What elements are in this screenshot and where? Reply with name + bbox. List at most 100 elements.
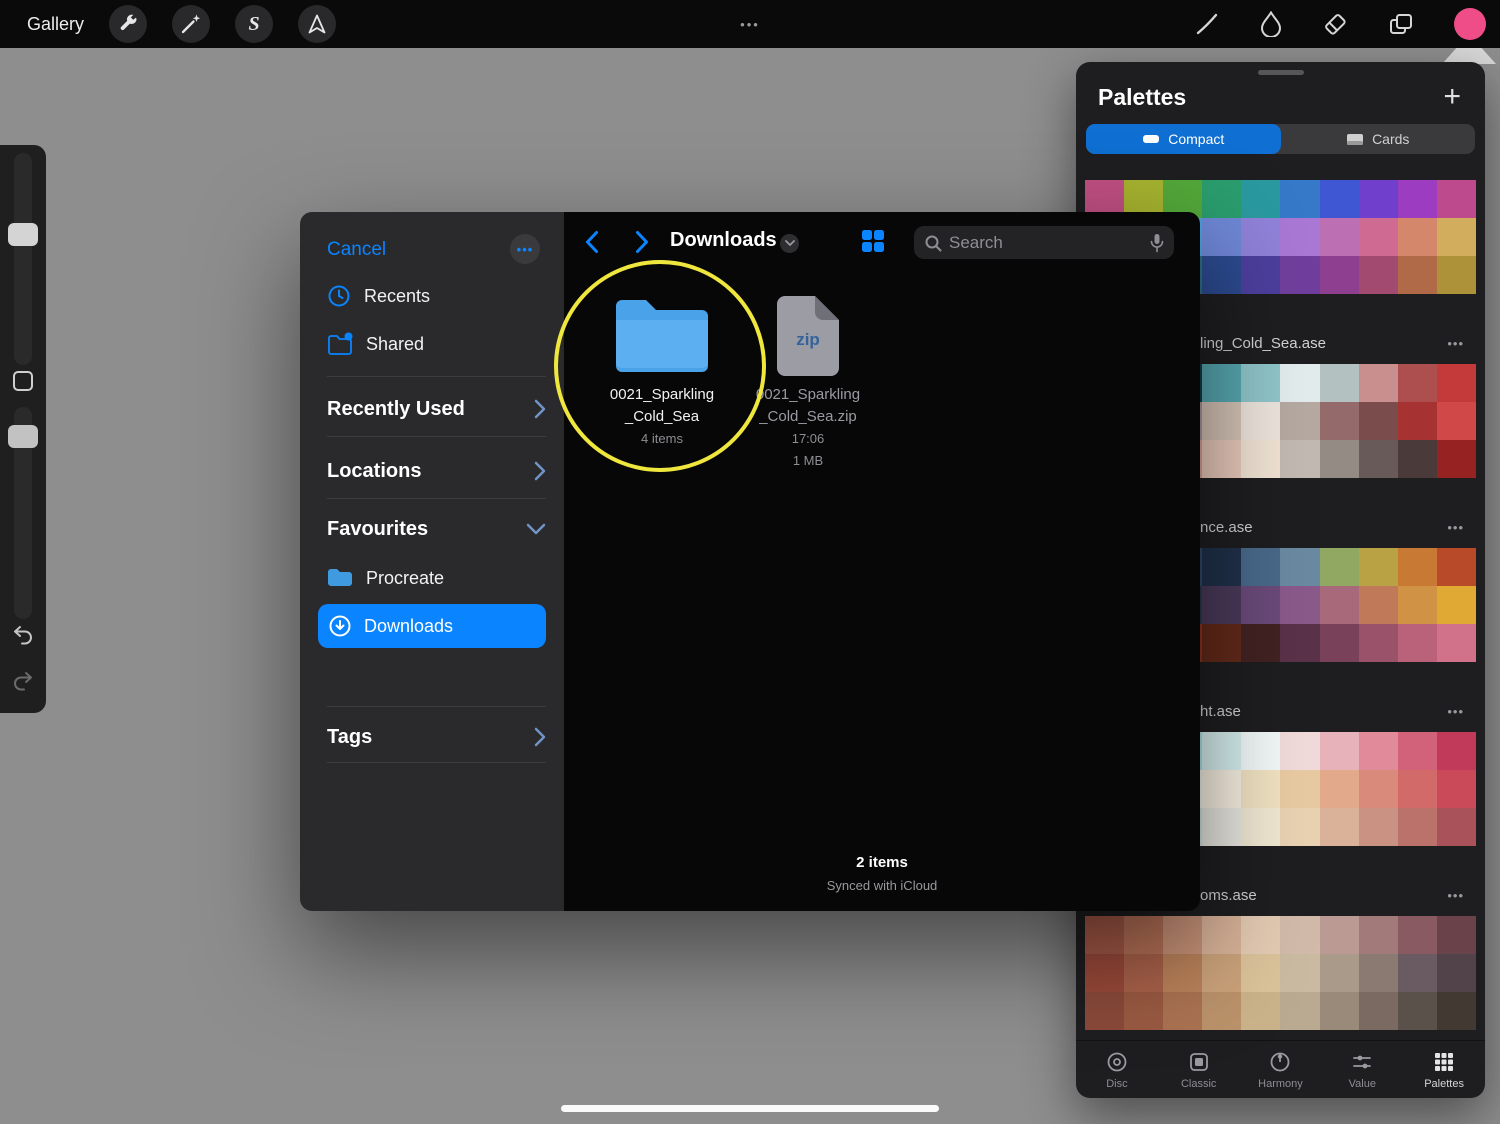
palette-swatch[interactable] bbox=[1436, 624, 1476, 662]
tab-cards[interactable]: Cards bbox=[1281, 124, 1476, 154]
tab-palettes[interactable]: Palettes bbox=[1403, 1041, 1485, 1098]
palette-swatch[interactable] bbox=[1202, 808, 1242, 846]
brush-size-slider[interactable] bbox=[14, 153, 32, 365]
palette-swatch[interactable] bbox=[1358, 402, 1398, 440]
palette-swatch[interactable] bbox=[1241, 808, 1281, 846]
file-item-folder[interactable]: 0021_Sparkling _Cold_Sea 4 items bbox=[587, 296, 737, 449]
opacity-handle[interactable] bbox=[8, 425, 38, 448]
tab-value[interactable]: Value bbox=[1321, 1041, 1403, 1098]
palette-swatch[interactable] bbox=[1319, 916, 1359, 954]
palette-swatch[interactable] bbox=[1241, 218, 1281, 256]
palette-swatch[interactable] bbox=[1241, 548, 1281, 586]
undo-button[interactable] bbox=[11, 623, 35, 652]
palette-swatch[interactable] bbox=[1241, 440, 1281, 478]
palette-swatch[interactable] bbox=[1163, 954, 1203, 992]
palette-swatch[interactable] bbox=[1202, 402, 1242, 440]
sidebar-item-recents[interactable]: Recents bbox=[327, 274, 546, 318]
sidebar-section-favourites[interactable]: Favourites bbox=[327, 504, 546, 554]
sidebar-item-downloads[interactable]: Downloads bbox=[318, 604, 546, 648]
palette-swatch[interactable] bbox=[1319, 586, 1359, 624]
palette-swatch[interactable] bbox=[1397, 364, 1437, 402]
palette-swatch[interactable] bbox=[1163, 992, 1203, 1030]
palette-swatch[interactable] bbox=[1280, 364, 1320, 402]
sidebar-section-tags[interactable]: Tags bbox=[327, 712, 546, 762]
palette-swatch[interactable] bbox=[1397, 256, 1437, 294]
palette-swatch[interactable] bbox=[1397, 548, 1437, 586]
palette-swatch[interactable] bbox=[1397, 586, 1437, 624]
palette-swatch[interactable] bbox=[1280, 954, 1320, 992]
palette-swatch[interactable] bbox=[1397, 916, 1437, 954]
palette-swatch[interactable] bbox=[1280, 180, 1320, 218]
color-button[interactable] bbox=[1454, 8, 1486, 40]
palette-swatch[interactable] bbox=[1202, 916, 1242, 954]
palette-swatch[interactable] bbox=[1124, 916, 1164, 954]
palette-options-button[interactable]: ••• bbox=[1447, 704, 1464, 719]
panel-drag-handle[interactable] bbox=[1257, 70, 1304, 75]
tab-compact[interactable]: Compact bbox=[1086, 124, 1281, 154]
brush-size-handle[interactable] bbox=[8, 223, 38, 246]
palette-swatch[interactable] bbox=[1436, 256, 1476, 294]
palette-swatch[interactable] bbox=[1280, 256, 1320, 294]
palette-swatch[interactable] bbox=[1202, 440, 1242, 478]
palette-swatch[interactable] bbox=[1358, 586, 1398, 624]
palette-swatch[interactable] bbox=[1358, 256, 1398, 294]
palette-swatch[interactable] bbox=[1358, 440, 1398, 478]
palette-swatch[interactable] bbox=[1241, 402, 1281, 440]
tab-classic[interactable]: Classic bbox=[1158, 1041, 1240, 1098]
palette-swatch[interactable] bbox=[1202, 218, 1242, 256]
palette-swatch[interactable] bbox=[1241, 586, 1281, 624]
palette-swatch[interactable] bbox=[1241, 256, 1281, 294]
palette-swatch[interactable] bbox=[1358, 180, 1398, 218]
palette-swatch[interactable] bbox=[1397, 218, 1437, 256]
palette-swatch[interactable] bbox=[1280, 992, 1320, 1030]
palette-swatch[interactable] bbox=[1202, 180, 1242, 218]
palette-swatch[interactable] bbox=[1280, 548, 1320, 586]
palette-swatch[interactable] bbox=[1241, 770, 1281, 808]
palette-swatch[interactable] bbox=[1202, 256, 1242, 294]
tab-disc[interactable]: Disc bbox=[1076, 1041, 1158, 1098]
palette-swatch[interactable] bbox=[1319, 256, 1359, 294]
sidebar-item-shared[interactable]: Shared bbox=[327, 322, 546, 366]
palette-swatch[interactable] bbox=[1358, 808, 1398, 846]
palette-swatch[interactable] bbox=[1436, 916, 1476, 954]
palette-swatch[interactable] bbox=[1358, 992, 1398, 1030]
palette-swatch[interactable] bbox=[1280, 808, 1320, 846]
palette-swatch[interactable] bbox=[1358, 548, 1398, 586]
home-indicator[interactable] bbox=[561, 1105, 939, 1112]
back-button[interactable] bbox=[584, 230, 599, 259]
palette-swatch[interactable] bbox=[1358, 916, 1398, 954]
canvas-overflow-button[interactable]: ••• bbox=[740, 0, 760, 48]
transform-button[interactable] bbox=[298, 5, 337, 43]
actions-button[interactable] bbox=[109, 5, 148, 43]
palette-swatch[interactable] bbox=[1358, 732, 1398, 770]
palette-swatch[interactable] bbox=[1397, 808, 1437, 846]
sidebar-section-locations[interactable]: Locations bbox=[327, 446, 546, 496]
palette-swatch[interactable] bbox=[1436, 992, 1476, 1030]
palette-swatch[interactable] bbox=[1397, 402, 1437, 440]
palette-swatch[interactable] bbox=[1280, 916, 1320, 954]
palette-swatch[interactable] bbox=[1436, 402, 1476, 440]
adjustments-button[interactable] bbox=[172, 5, 211, 43]
palette-swatch[interactable] bbox=[1319, 548, 1359, 586]
palette-swatch[interactable] bbox=[1202, 770, 1242, 808]
palette-swatch[interactable] bbox=[1436, 440, 1476, 478]
palette-options-button[interactable]: ••• bbox=[1447, 888, 1464, 903]
folder-title-menu-button[interactable] bbox=[780, 234, 799, 253]
palette-swatch[interactable] bbox=[1280, 732, 1320, 770]
palette-swatch[interactable] bbox=[1397, 770, 1437, 808]
smudge-button[interactable] bbox=[1260, 11, 1282, 37]
palette-swatch[interactable] bbox=[1241, 624, 1281, 662]
palette-swatch[interactable] bbox=[1280, 440, 1320, 478]
palette-swatch[interactable] bbox=[1358, 954, 1398, 992]
palette-swatch[interactable] bbox=[1319, 992, 1359, 1030]
eraser-button[interactable] bbox=[1322, 11, 1348, 37]
palette-swatch[interactable] bbox=[1436, 548, 1476, 586]
sidebar-section-recently-used[interactable]: Recently Used bbox=[327, 384, 546, 434]
palette-swatch[interactable] bbox=[1319, 364, 1359, 402]
palette-swatch[interactable] bbox=[1241, 954, 1281, 992]
palette-swatch[interactable] bbox=[1319, 218, 1359, 256]
palette-swatch[interactable] bbox=[1397, 732, 1437, 770]
palette-swatch[interactable] bbox=[1319, 954, 1359, 992]
palette-swatch[interactable] bbox=[1241, 992, 1281, 1030]
palette-swatch[interactable] bbox=[1319, 624, 1359, 662]
